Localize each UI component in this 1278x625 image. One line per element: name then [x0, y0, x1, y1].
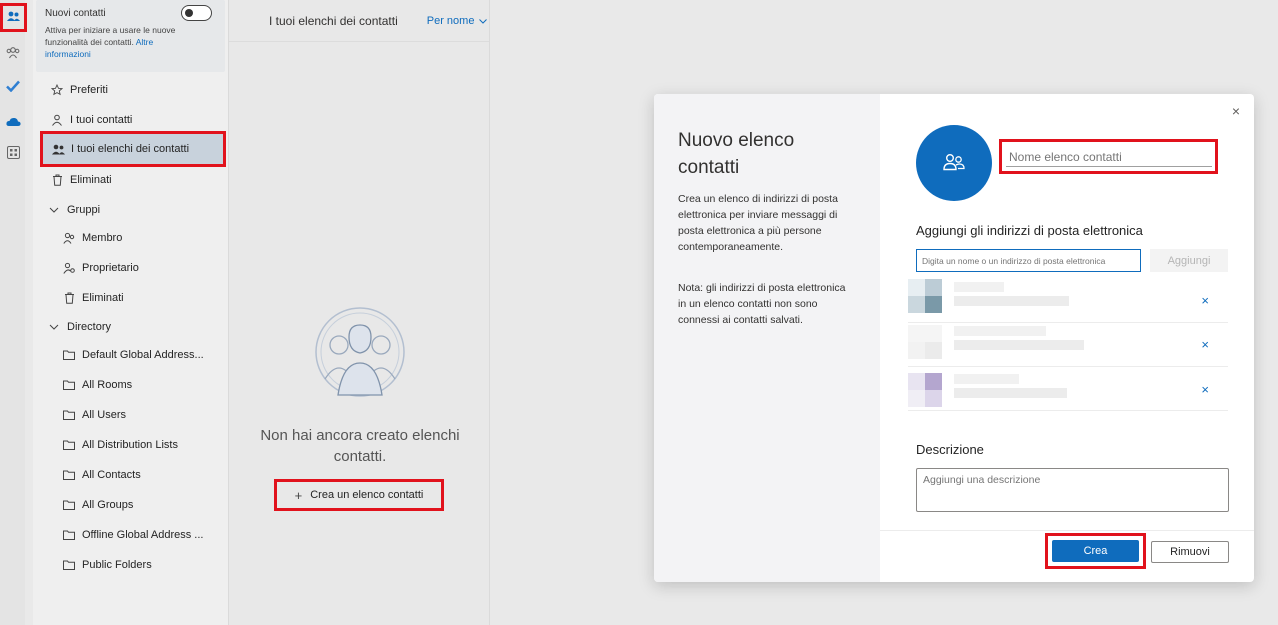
people-icon — [62, 231, 76, 245]
directory-section-header[interactable]: Directory — [47, 312, 217, 342]
folder-icon — [62, 528, 76, 542]
nav-item-directory-folder[interactable]: All Rooms — [62, 370, 224, 400]
trash-icon — [62, 291, 76, 305]
nav-item-directory-folder[interactable]: All Users — [62, 400, 224, 430]
member-email-redacted — [954, 340, 1084, 350]
remove-member-button[interactable]: × — [1201, 382, 1209, 397]
description-heading: Descrizione — [916, 442, 984, 457]
apps-grid-icon — [6, 146, 20, 162]
groups-section-header[interactable]: Gruppi — [47, 195, 217, 225]
nav-item-directory-folder[interactable]: All Groups — [62, 490, 224, 520]
description-input[interactable] — [916, 468, 1229, 512]
plus-icon: + — [294, 487, 303, 503]
banner-description: Attiva per iniziare a usare le nuove fun… — [45, 25, 176, 59]
nav-item-directory-folder[interactable]: All Distribution Lists — [62, 430, 224, 460]
folder-icon — [62, 438, 76, 452]
people-icon — [943, 153, 965, 174]
nav-item-directory-folder[interactable]: All Contacts — [62, 460, 224, 490]
nav-item-favorites[interactable]: Preferiti — [50, 75, 220, 105]
list-header-title: I tuoi elenchi dei contatti — [269, 13, 398, 28]
dialog-description: Crea un elenco di indirizzi di posta ele… — [678, 193, 838, 253]
contacts-app-button[interactable] — [0, 3, 27, 32]
add-emails-heading: Aggiungi gli indirizzi di posta elettron… — [916, 223, 1143, 238]
nav-item-directory-folder[interactable]: Public Folders — [62, 550, 224, 580]
dialog-title: Nuovo elenco contatti — [678, 130, 795, 178]
trash-icon — [50, 173, 64, 187]
empty-state-message: Non hai ancora creato elenchi contatti. — [260, 427, 460, 465]
list-header: I tuoi elenchi dei contatti Per nome — [229, 0, 489, 42]
contact-list-name-field — [999, 139, 1218, 174]
todo-app-button[interactable] — [2, 75, 24, 99]
email-input[interactable] — [916, 249, 1141, 272]
list-member: × — [908, 279, 1228, 323]
close-icon: × — [1231, 103, 1240, 119]
nav-item-directory-folder[interactable]: Default Global Address... — [62, 340, 224, 370]
navigation-pane: Nuovi contatti Attiva per iniziare a usa… — [33, 0, 228, 625]
chevron-down-icon — [479, 15, 488, 27]
member-email-redacted — [954, 388, 1067, 398]
contact-list-name-input[interactable] — [1006, 147, 1212, 167]
remove-member-button[interactable]: × — [1201, 337, 1209, 352]
close-icon: × — [1201, 337, 1209, 352]
app-rail — [0, 0, 27, 625]
close-dialog-button[interactable]: × — [1232, 103, 1240, 119]
member-name-redacted — [954, 326, 1046, 336]
nav-item-my-contact-lists[interactable]: I tuoi elenchi dei contatti — [40, 131, 226, 167]
folder-icon — [62, 408, 76, 422]
contacts-icon — [7, 11, 20, 25]
create-contact-list-button[interactable]: + Crea un elenco contatti — [274, 479, 444, 511]
new-contacts-toggle[interactable] — [181, 5, 212, 21]
folder-icon — [62, 348, 76, 362]
remove-member-button[interactable]: × — [1201, 293, 1209, 308]
contact-list-avatar — [916, 125, 992, 201]
folder-icon — [62, 378, 76, 392]
close-icon: × — [1201, 293, 1209, 308]
chevron-down-icon — [47, 203, 61, 217]
remove-button[interactable]: Rimuovi — [1151, 541, 1229, 563]
contact-lists-pane: I tuoi elenchi dei contatti Per nome Non… — [228, 0, 490, 625]
new-contacts-banner: Nuovi contatti Attiva per iniziare a usa… — [36, 0, 225, 72]
nav-item-directory-folder[interactable]: Offline Global Address ... — [62, 520, 224, 550]
nav-item-group-owner[interactable]: Proprietario — [62, 253, 222, 283]
folder-icon — [62, 498, 76, 512]
avatar — [908, 279, 942, 313]
member-name-redacted — [954, 282, 1004, 292]
member-name-redacted — [954, 374, 1019, 384]
avatar — [908, 325, 942, 359]
folder-icon — [62, 558, 76, 572]
avatar — [908, 373, 942, 407]
groups-icon — [6, 46, 20, 62]
onedrive-cloud-icon — [5, 115, 21, 129]
new-contact-list-dialog: Nuovo elenco contatti Crea un elenco di … — [654, 94, 1254, 582]
create-button[interactable]: Crea — [1052, 540, 1139, 562]
folder-icon — [62, 468, 76, 482]
groups-app-button[interactable] — [2, 42, 24, 66]
dialog-note: Nota: gli indirizzi di posta elettronica… — [678, 282, 846, 326]
chevron-down-icon — [47, 320, 61, 334]
empty-state-illustration — [313, 307, 407, 407]
star-icon — [50, 83, 64, 97]
contact-list-icon — [51, 142, 65, 156]
close-icon: × — [1201, 382, 1209, 397]
onedrive-app-button[interactable] — [2, 110, 24, 134]
create-button-highlight: Crea — [1045, 533, 1146, 569]
people-settings-icon — [62, 261, 76, 275]
todo-check-icon — [6, 80, 20, 95]
sort-dropdown[interactable]: Per nome — [427, 15, 488, 27]
person-icon — [50, 113, 64, 127]
list-member: × — [908, 323, 1228, 367]
list-member: × — [908, 367, 1228, 411]
nav-item-group-deleted[interactable]: Eliminati — [62, 283, 222, 313]
nav-item-group-member[interactable]: Membro — [62, 223, 222, 253]
apps-button[interactable] — [2, 142, 24, 166]
nav-item-deleted[interactable]: Eliminati — [50, 165, 220, 195]
member-email-redacted — [954, 296, 1069, 306]
dialog-info-panel: Nuovo elenco contatti Crea un elenco di … — [654, 94, 880, 582]
add-email-button[interactable]: Aggiungi — [1150, 249, 1228, 272]
